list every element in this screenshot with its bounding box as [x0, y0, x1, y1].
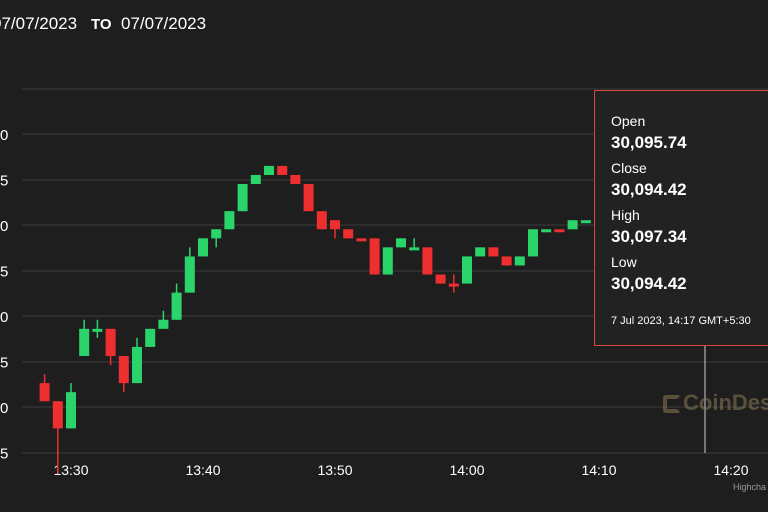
candle-body[interactable] — [501, 256, 512, 266]
candle-body[interactable] — [514, 256, 525, 266]
y-tick-label: 0 — [0, 309, 8, 326]
watermark-text: CoinDes — [683, 390, 768, 415]
candle-body[interactable] — [290, 174, 301, 185]
candle-body[interactable] — [567, 220, 578, 230]
candle-body[interactable] — [145, 328, 156, 347]
candle-body[interactable] — [211, 229, 222, 239]
y-tick-label: 5 — [0, 173, 8, 190]
y-tick-label: 0 — [0, 218, 8, 235]
y-tick-label: 5 — [0, 264, 8, 281]
candle-body[interactable] — [250, 174, 261, 185]
candle-body[interactable] — [356, 238, 367, 242]
candle-body[interactable] — [541, 229, 552, 233]
y-tick-label: 5 — [0, 355, 8, 372]
candle-body[interactable] — [369, 238, 380, 275]
x-tick-label: 13:40 — [185, 462, 220, 478]
candle-body[interactable] — [52, 401, 63, 429]
candle-body[interactable] — [198, 238, 208, 257]
chart-stage: 07/07/2023 TO 07/07/2023 0 5 0 5 0 5 0 5 13:30 13… — [0, 0, 768, 512]
ohlc-tooltip: Open 30,095.74 Close 30,094.42 High 30,0… — [594, 90, 768, 346]
x-tick-label: 13:30 — [53, 462, 88, 478]
candle-body[interactable] — [580, 220, 591, 224]
tooltip-open-label: Open — [611, 113, 646, 129]
candle-body[interactable] — [422, 247, 433, 275]
candle-body[interactable] — [448, 283, 459, 287]
tooltip-high-label: High — [611, 207, 640, 223]
candle-body[interactable] — [105, 328, 116, 356]
candle-body[interactable] — [396, 238, 406, 248]
candle-body[interactable] — [39, 383, 50, 402]
candle-body[interactable] — [66, 392, 76, 429]
y-tick-label: 0 — [0, 127, 8, 144]
candle-body[interactable] — [488, 247, 499, 257]
candle-body[interactable] — [224, 211, 235, 230]
tooltip-high-value: 30,097.34 — [611, 227, 687, 246]
candle-body[interactable] — [184, 256, 195, 293]
x-tick-label: 14:20 — [713, 462, 748, 478]
candle-body[interactable] — [303, 184, 314, 212]
candle-body[interactable] — [528, 229, 538, 257]
candle-body[interactable] — [264, 165, 274, 175]
candle-body[interactable] — [382, 247, 393, 275]
candle-body[interactable] — [330, 220, 340, 230]
highcharts-credits[interactable]: Highcha — [733, 482, 766, 492]
candle-body[interactable] — [132, 346, 142, 384]
candle-body[interactable] — [237, 184, 248, 212]
tooltip-close-label: Close — [611, 160, 647, 176]
y-tick-label: 5 — [0, 446, 8, 463]
candle-body[interactable] — [435, 274, 446, 284]
candle-body[interactable] — [554, 229, 565, 233]
x-tick-label: 14:10 — [581, 462, 616, 478]
x-tick-label: 14:00 — [449, 462, 484, 478]
tooltip-close-value: 30,094.42 — [611, 180, 687, 199]
candle-body[interactable] — [92, 328, 103, 332]
candle-body[interactable] — [343, 229, 354, 239]
x-tick-label: 13:50 — [317, 462, 352, 478]
y-tick-label: 0 — [0, 400, 8, 417]
tooltip-low-label: Low — [611, 254, 637, 270]
coindesk-watermark: CoinDes — [663, 390, 768, 416]
tooltip-open-value: 30,095.74 — [611, 133, 687, 152]
candle-body[interactable] — [158, 319, 169, 329]
candle-body[interactable] — [316, 211, 327, 230]
tooltip-low-value: 30,094.42 — [611, 274, 687, 293]
candle-body[interactable] — [277, 165, 288, 175]
tooltip-datetime: 7 Jul 2023, 14:17 GMT+5:30 — [611, 315, 751, 327]
candle-body[interactable] — [462, 256, 472, 284]
candle-body[interactable] — [475, 247, 486, 257]
candle-body[interactable] — [409, 247, 420, 251]
candle-body[interactable] — [171, 292, 182, 320]
candle-body[interactable] — [118, 355, 129, 384]
candle-body[interactable] — [79, 328, 90, 356]
coindesk-logo-icon — [663, 395, 681, 413]
